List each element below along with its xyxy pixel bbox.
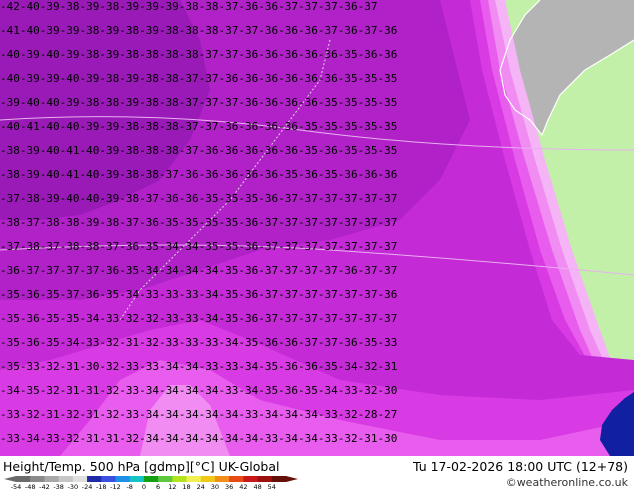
scale-swatch [229, 476, 244, 482]
scale-swatch [214, 476, 230, 482]
scale-label: 0 [142, 483, 146, 490]
scale-arrow-left [4, 476, 16, 482]
contour-row-i: -37-38-39-40-40-39-38-37-36-36-35-35-35-… [0, 192, 397, 205]
scale-swatch [115, 476, 131, 482]
contour-row-m: -35-36-35-37-36-35-34-33-33-33-34-35-36-… [0, 288, 397, 301]
scale-swatch [143, 476, 159, 482]
scale-label: 48 [253, 483, 261, 490]
map-panel[interactable]: -42-40-39-38-39-38-39-39-39-38-38-37-36-… [0, 0, 634, 456]
contour-row-p: -35-33-32-31-30-32-33-33-34-34-33-33-34-… [0, 360, 397, 373]
scale-label: -30 [68, 483, 79, 490]
scale-label: -54 [11, 483, 22, 490]
scale-swatch [58, 476, 74, 482]
scale-swatch [271, 476, 287, 482]
scale-swatch [44, 476, 60, 482]
contour-row-n: -35-36-35-35-34-33-32-32-33-33-34-35-36-… [0, 312, 397, 325]
parameter-title: Height/Temp. 500 hPa [gdmp][°C] [3, 459, 215, 474]
contour-row-s: -33-34-33-32-31-31-32-34-34-34-34-34-34-… [0, 432, 397, 445]
contour-row-e: -39-40-40-39-38-38-39-38-38-37-37-37-36-… [0, 96, 397, 109]
contour-row-b: -41-40-39-39-38-39-38-39-38-38-38-37-37-… [0, 24, 397, 37]
contour-row-g: -38-39-40-41-40-39-38-38-38-37-36-36-36-… [0, 144, 397, 157]
contour-row-o: -35-36-35-34-33-32-31-32-33-33-33-34-35-… [0, 336, 397, 349]
scale-label: 30 [211, 483, 219, 490]
scale-swatch [243, 476, 259, 482]
contour-row-j: -38-37-38-38-39-38-37-36-35-35-35-35-36-… [0, 216, 397, 229]
scale-swatch [16, 476, 31, 482]
scale-label: -38 [53, 483, 64, 490]
scale-swatch [101, 476, 116, 482]
scale-swatch [87, 476, 102, 482]
scale-label: 54 [268, 483, 276, 490]
scale-swatch [72, 476, 88, 482]
scale-label: -12 [110, 483, 121, 490]
scale-label: -8 [126, 483, 132, 490]
contour-row-l: -36-37-37-37-37-36-35-34-34-34-34-35-36-… [0, 264, 397, 277]
scale-arrow-right [286, 476, 298, 482]
valid-time: Tu 17-02-2026 18:00 UTC (12+78) [412, 459, 628, 474]
weather-map[interactable]: -42-40-39-38-39-38-39-39-39-38-38-37-36-… [0, 0, 634, 456]
scale-swatch [186, 476, 202, 482]
scale-swatch [172, 476, 188, 482]
scale-label: -42 [39, 483, 50, 490]
scale-label: 12 [168, 483, 176, 490]
contour-row-r: -33-32-31-32-31-32-33-34-34-34-34-34-33-… [0, 408, 397, 421]
model-name: UK-Global [218, 459, 280, 474]
scale-label: 36 [225, 483, 233, 490]
site-credit[interactable]: ©weatheronline.co.uk [506, 476, 628, 489]
color-scale: -54 -48 -42 -38 -30 -24 -18 -12 -8 0 6 12 18 24 30 36 42… [4, 476, 298, 490]
scale-swatch [30, 476, 45, 482]
contour-row-k: -37-38-37-38-38-37-36-35-34-34-35-35-36-… [0, 240, 397, 253]
contour-row-h: -38-39-40-41-40-39-38-38-37-36-36-36-36-… [0, 168, 397, 181]
scale-swatch [200, 476, 216, 482]
scale-swatch [257, 476, 273, 482]
contour-row-c: -40-39-40-39-38-39-38-38-38-38-37-37-36-… [0, 48, 397, 61]
contour-row-a: -42-40-39-38-39-38-39-39-39-38-38-37-36-… [0, 0, 378, 13]
contour-row-q: -34-35-32-31-31-32-33-34-34-34-34-33-34-… [0, 384, 397, 397]
scale-label: 18 [182, 483, 190, 490]
contour-row-f: -40-41-40-40-39-39-38-38-38-37-37-36-36-… [0, 120, 397, 133]
scale-label: -18 [96, 483, 107, 490]
scale-swatch [158, 476, 173, 482]
scale-swatch [129, 476, 145, 482]
contour-row-d: -40-39-39-40-39-38-39-38-38-37-37-36-36-… [0, 72, 397, 85]
scale-label: 6 [156, 483, 160, 490]
scale-label: -24 [82, 483, 93, 490]
scale-label: 24 [197, 483, 205, 490]
scale-label: -48 [25, 483, 36, 490]
map-footer: Height/Temp. 500 hPa [gdmp][°C] UK-Globa… [0, 456, 634, 490]
scale-label: 42 [239, 483, 247, 490]
